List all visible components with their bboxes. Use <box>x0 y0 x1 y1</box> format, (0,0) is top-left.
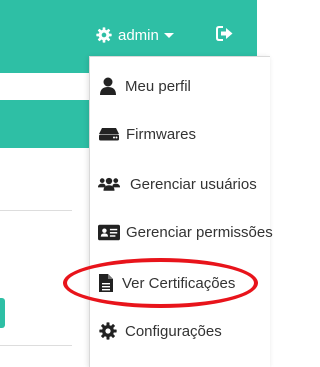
gear-icon <box>96 27 112 43</box>
gear-icon <box>97 322 119 340</box>
menu-item-ver-certificacoes[interactable]: Ver Certificações <box>90 263 275 303</box>
menu-item-gerenciar-permissoes[interactable]: Gerenciar permissões <box>90 212 278 252</box>
menu-item-label: Ver Certificações <box>122 274 236 292</box>
menu-item-label: Gerenciar permissões <box>126 223 273 241</box>
menu-item-gerenciar-usuarios[interactable]: Gerenciar usuários <box>90 164 278 204</box>
hard-drive-icon <box>98 127 120 141</box>
menu-item-label: Gerenciar usuários <box>130 175 257 193</box>
users-icon <box>98 176 120 192</box>
logout-button[interactable] <box>216 26 234 41</box>
menu-item-firmwares[interactable]: Firmwares <box>90 114 278 154</box>
username-label: admin <box>118 26 159 44</box>
content-divider <box>0 345 72 346</box>
file-icon <box>95 274 117 292</box>
content-divider <box>0 210 72 211</box>
background-action-button[interactable] <box>0 298 5 328</box>
caret-down-icon <box>163 32 174 38</box>
logout-icon <box>216 26 234 41</box>
id-card-icon <box>98 224 120 241</box>
menu-item-label: Configurações <box>125 322 222 340</box>
user-dropdown-menu: Meu perfil Firmwares Gerenciar usuários <box>89 56 273 367</box>
menu-item-label: Meu perfil <box>125 77 191 95</box>
menu-item-label: Firmwares <box>126 125 196 143</box>
menu-item-meu-perfil[interactable]: Meu perfil <box>90 66 277 106</box>
user-icon <box>97 77 119 95</box>
menu-item-configuracoes[interactable]: Configurações <box>90 311 277 351</box>
user-menu-toggle[interactable]: admin <box>96 24 174 46</box>
page-header-band <box>0 100 89 148</box>
